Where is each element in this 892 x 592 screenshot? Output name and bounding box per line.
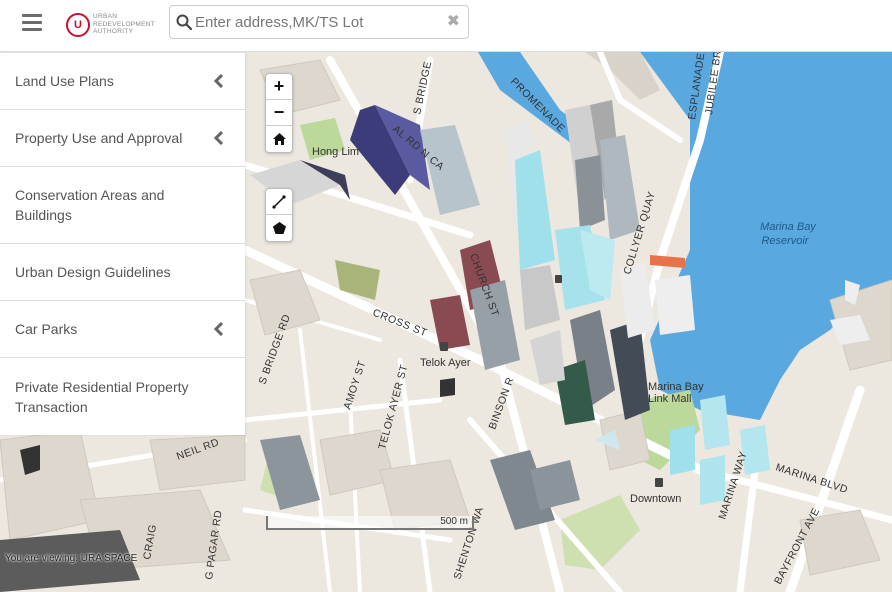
label-reservoir-1: Marina Bay (760, 221, 817, 233)
ura-logo[interactable]: U URBAN REDEVELOPMENT AUTHORITY (66, 11, 156, 41)
chevron-left-icon (214, 74, 223, 88)
layer-menu: Land Use Plans Property Use and Approval… (0, 53, 245, 435)
menu-item-property-use[interactable]: Property Use and Approval (0, 110, 245, 167)
measure-controls (265, 188, 293, 242)
menu-item-label: Private Residential Property Transaction (15, 378, 189, 415)
zoom-controls: + − (265, 73, 293, 153)
menu-item-label: Land Use Plans (15, 73, 114, 89)
menu-item-conservation[interactable]: Conservation Areas and Buildings (0, 167, 245, 244)
menu-icon[interactable] (22, 14, 42, 34)
measure-line-icon (272, 194, 286, 209)
home-icon (272, 133, 286, 145)
menu-item-car-parks[interactable]: Car Parks (0, 301, 245, 358)
viewing-status: You are viewing: URA SPACE (5, 553, 138, 564)
menu-item-label: Car Parks (15, 321, 78, 337)
search-icon[interactable] (176, 14, 192, 30)
menu-item-label: Property Use and Approval (15, 130, 183, 146)
zoom-in-button[interactable]: + (266, 74, 292, 100)
clear-icon[interactable]: ✖ (447, 12, 460, 32)
home-button[interactable] (266, 126, 292, 152)
label-telok-ayer: Telok Ayer (420, 357, 471, 369)
menu-item-private-residential[interactable]: Private Residential Property Transaction (0, 358, 245, 435)
label-reservoir-2: Reservoir (761, 235, 809, 247)
measure-line-button[interactable] (266, 189, 292, 215)
scale-bar: 500 m (266, 516, 474, 530)
chevron-left-icon (214, 131, 223, 145)
chevron-left-icon (214, 322, 223, 336)
logo-mark: U (66, 13, 90, 37)
search-box: ✖ (169, 5, 469, 39)
menu-item-land-use-plans[interactable]: Land Use Plans (0, 53, 245, 110)
label-hong-lim: Hong Lim (312, 146, 359, 158)
measure-polygon-icon (272, 222, 286, 234)
label-link-mall-2: Link Mall (648, 393, 691, 405)
search-input[interactable] (195, 10, 440, 34)
label-link-mall-1: Marina Bay (648, 381, 704, 393)
label-downtown: Downtown (630, 493, 681, 505)
logo-text: URBAN REDEVELOPMENT AUTHORITY (93, 13, 156, 35)
menu-item-label: Urban Design Guidelines (15, 264, 171, 280)
app-header: U URBAN REDEVELOPMENT AUTHORITY ✖ (0, 0, 892, 52)
measure-polygon-button[interactable] (266, 215, 292, 241)
menu-item-label: Conservation Areas and Buildings (15, 187, 165, 223)
menu-item-urban-design[interactable]: Urban Design Guidelines (0, 244, 245, 301)
zoom-out-button[interactable]: − (266, 100, 292, 126)
